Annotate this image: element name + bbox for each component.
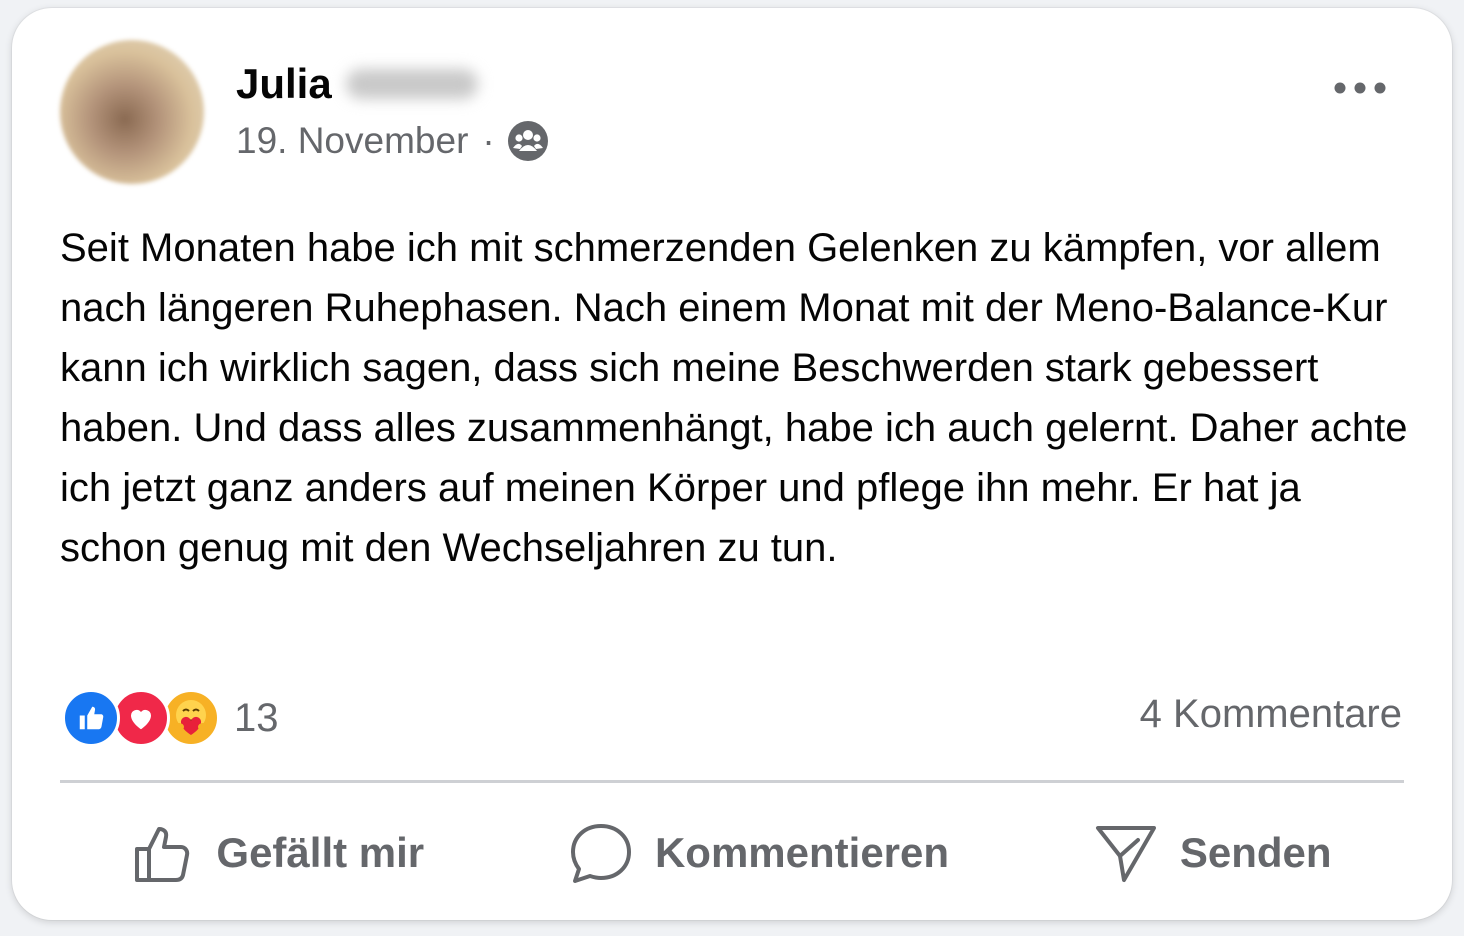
author-last-name-blurred — [345, 69, 478, 99]
comment-button[interactable]: Kommentieren — [569, 822, 949, 884]
comments-count-link[interactable]: 4 Kommentare — [1140, 692, 1402, 737]
like-reaction-icon — [62, 689, 120, 747]
divider — [60, 780, 1404, 783]
post-text: Seit Monaten habe ich mit schmerzenden G… — [60, 226, 1408, 570]
thumbs-up-icon — [135, 827, 190, 882]
post-date[interactable]: 19. November — [236, 120, 468, 162]
group-audience-icon — [507, 121, 548, 161]
like-button[interactable]: Gefällt mir — [132, 822, 424, 884]
post-card: Julia 19. November · Seit Monaten habe i… — [12, 8, 1452, 920]
care-reaction-icon — [162, 689, 220, 747]
more-horizontal-icon — [1334, 82, 1386, 94]
avatar[interactable] — [60, 40, 204, 184]
like-button-label: Gefällt mir — [216, 829, 425, 876]
meta-separator: · — [482, 120, 495, 161]
comment-button-label: Kommentieren — [654, 829, 950, 876]
more-options-button[interactable] — [1324, 68, 1396, 108]
send-button[interactable]: Senden — [1094, 822, 1332, 884]
action-bar: Gefällt mir Kommentieren Senden — [60, 798, 1404, 908]
author-name[interactable]: Julia — [236, 60, 478, 108]
comment-bubble-icon — [570, 824, 631, 883]
love-reaction-icon — [112, 689, 170, 747]
author-first-name[interactable]: Julia — [236, 60, 332, 108]
send-button-label: Senden — [1179, 829, 1332, 876]
send-icon — [1095, 826, 1156, 882]
reactions-summary[interactable]: 13 — [62, 688, 279, 748]
reaction-count: 13 — [234, 695, 279, 740]
post-meta: 19. November · — [236, 120, 549, 162]
